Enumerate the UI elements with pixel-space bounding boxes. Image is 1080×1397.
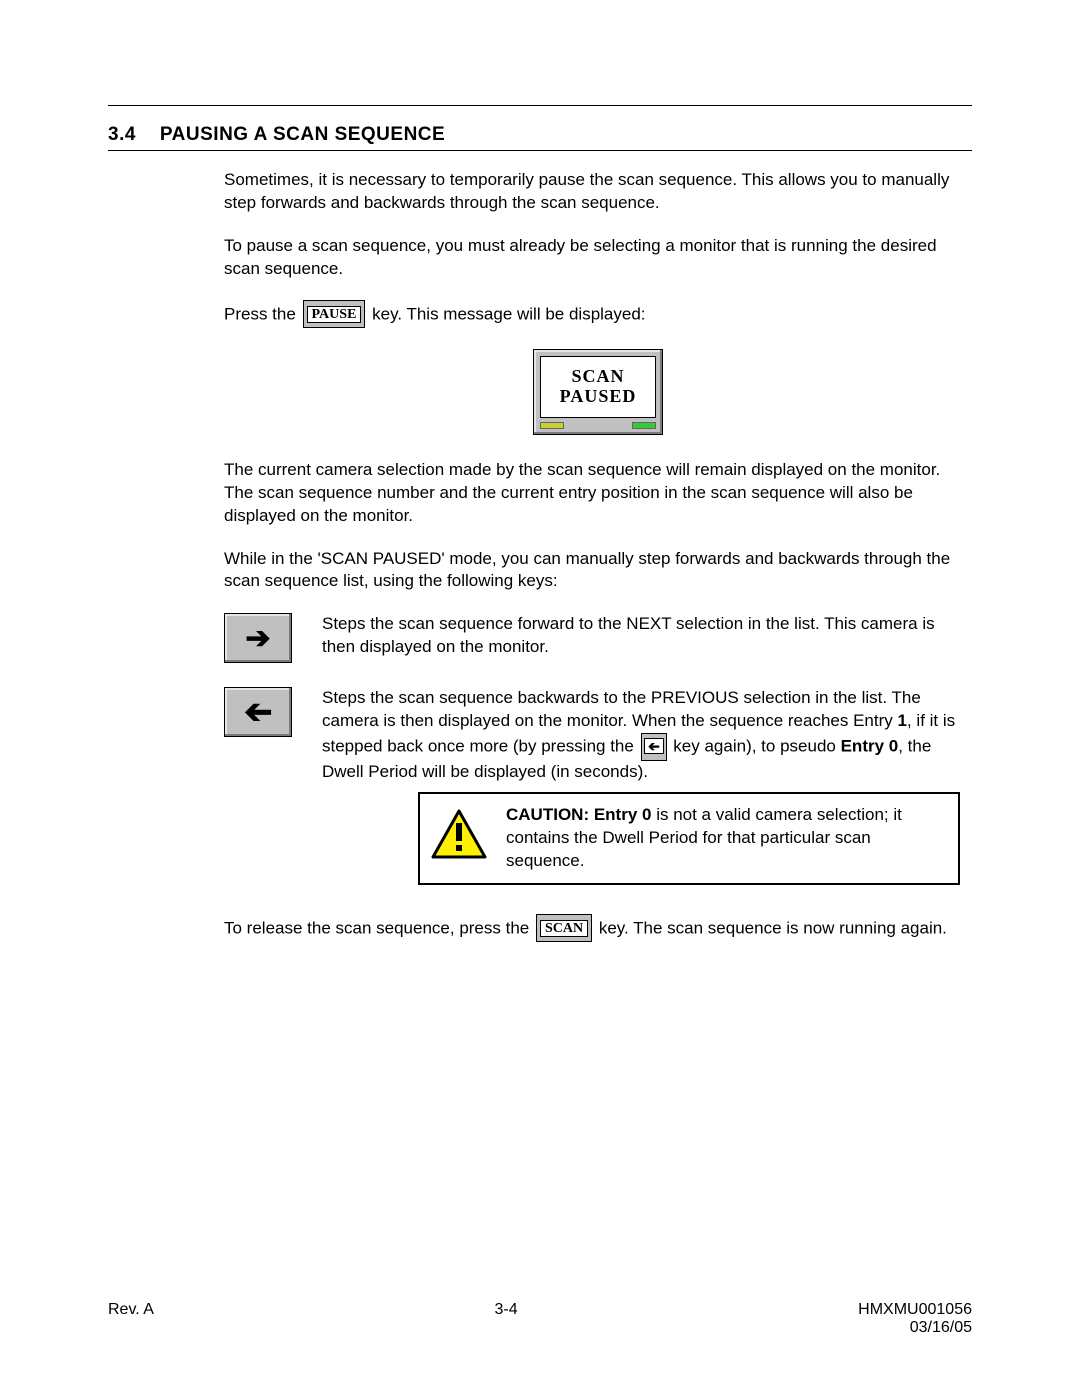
scan-key-label: SCAN	[540, 920, 588, 937]
section-heading: 3.4 PAUSING A SCAN SEQUENCE	[108, 124, 972, 146]
arrow-right-icon: ➔	[245, 621, 270, 656]
entry-0-bold: Entry 0	[841, 737, 899, 756]
arrow-right-key: ➔	[224, 613, 292, 663]
press-post: key. This message will be displayed:	[367, 304, 645, 323]
pause-key-label: PAUSE	[307, 306, 362, 323]
back-desc-c: key again), to pseudo	[669, 737, 841, 756]
paragraph-mode: While in the 'SCAN PAUSED' mode, you can…	[224, 548, 972, 594]
forward-step-text: Steps the scan sequence forward to the N…	[322, 613, 972, 659]
monitor-led-yellow	[540, 422, 564, 429]
monitor-screen: SCAN PAUSED	[540, 356, 656, 418]
release-post: key. The scan sequence is now running ag…	[594, 918, 947, 937]
monitor-line1: SCAN	[571, 367, 624, 387]
release-pre: To release the scan sequence, press the	[224, 918, 534, 937]
scan-key-button: SCAN	[536, 914, 592, 942]
inline-arrow-left-icon: ➔	[644, 738, 664, 754]
caution-box: CAUTION: Entry 0 is not a valid camera s…	[418, 792, 960, 885]
back-desc-a: Steps the scan sequence backwards to the…	[322, 688, 921, 730]
caution-text: CAUTION: Entry 0 is not a valid camera s…	[506, 804, 940, 873]
paragraph-remain: The current camera selection made by the…	[224, 459, 972, 528]
section-title: PAUSING A SCAN SEQUENCE	[160, 124, 445, 145]
paragraph-intro: Sometimes, it is necessary to temporaril…	[224, 169, 972, 215]
arrow-left-icon: ➔	[244, 692, 273, 732]
inline-back-key: ➔	[641, 733, 667, 761]
paragraph-release: To release the scan sequence, press the …	[224, 915, 972, 943]
forward-step-row: ➔ Steps the scan sequence forward to the…	[224, 613, 972, 663]
entry-1-bold: 1	[898, 711, 907, 730]
pause-key-button: PAUSE	[303, 300, 366, 328]
monitor-led-green	[632, 422, 656, 429]
arrow-left-key: ➔	[224, 687, 292, 737]
top-rule	[108, 105, 972, 106]
page-footer: Rev. A 3-4 HMXMU001056 03/16/05	[108, 1301, 972, 1337]
footer-docnum: HMXMU001056	[858, 1301, 972, 1319]
backward-step-row: ➔ Steps the scan sequence backwards to t…	[224, 687, 972, 885]
section-number: 3.4	[108, 124, 136, 145]
heading-underline	[108, 150, 972, 151]
warning-icon	[430, 809, 488, 868]
footer-page: 3-4	[495, 1301, 518, 1319]
paragraph-precondition: To pause a scan sequence, you must alrea…	[224, 235, 972, 281]
caution-bold: CAUTION: Entry 0	[506, 805, 651, 824]
paragraph-press: Press the PAUSE key. This message will b…	[224, 301, 972, 329]
footer-rev: Rev. A	[108, 1301, 154, 1319]
monitor-illustration: SCAN PAUSED	[533, 349, 663, 435]
backward-step-text: Steps the scan sequence backwards to the…	[322, 687, 972, 885]
monitor-line2: PAUSED	[560, 387, 637, 407]
footer-date: 03/16/05	[858, 1319, 972, 1337]
press-pre: Press the	[224, 304, 301, 323]
